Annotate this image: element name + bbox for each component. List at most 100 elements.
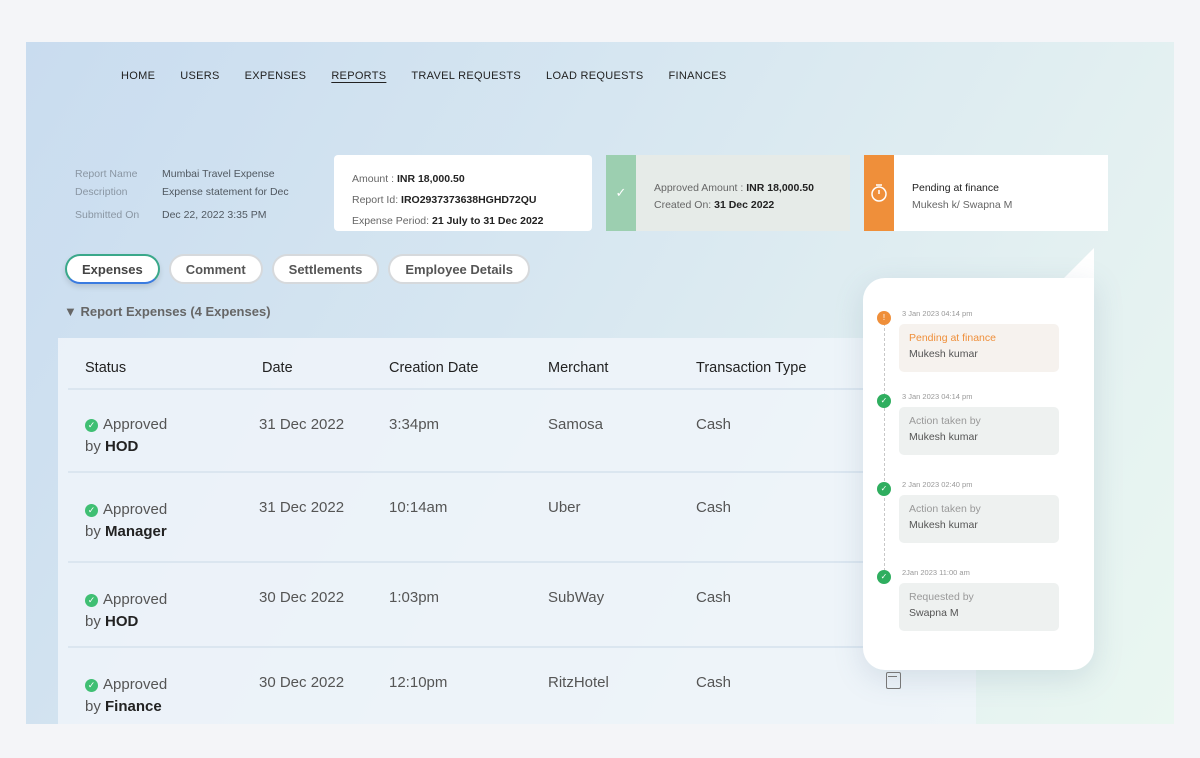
by-label: by	[85, 438, 101, 455]
table-row[interactable]: ✓ Approved by HOD 31 Dec 2022 3:34pm Samos…	[68, 390, 966, 473]
event-box: Action taken by Mukesh kumar	[899, 407, 1059, 455]
status-cell: ✓ Approved by HOD	[85, 414, 167, 458]
report-id: IRO2937373638HGHD72QU	[401, 194, 537, 206]
table-row[interactable]: ✓ Approved by Finance 30 Dec 2022 12:10pm …	[68, 648, 966, 724]
tab-settlements[interactable]: Settlements	[271, 254, 380, 284]
merchant-cell: Samosa	[548, 416, 604, 433]
alert-icon: !	[877, 311, 891, 325]
merchant-cell: SubWay	[548, 589, 605, 606]
status-cell: ✓ Approved by HOD	[85, 589, 167, 633]
caret-down-icon: ▼	[64, 304, 77, 319]
section-title: Report Expenses (4 Expenses)	[80, 304, 271, 319]
tab-expenses[interactable]: Expenses	[65, 254, 160, 284]
check-circle-icon: ✓	[85, 594, 98, 607]
status-cell: ✓ Approved by Manager	[85, 499, 167, 543]
meta-label: Submitted On	[75, 209, 140, 221]
by-label: by	[85, 698, 101, 715]
merchant-cell: RitzHotel	[548, 674, 609, 691]
event-title: Action taken by	[909, 503, 981, 515]
table-row[interactable]: ✓ Approved by Manager 31 Dec 2022 10:14am …	[68, 473, 966, 563]
date-cell: 31 Dec 2022	[259, 416, 345, 433]
creation-time-cell: 12:10pm	[389, 674, 448, 691]
label: Approved Amount :	[654, 182, 744, 194]
by-label: by	[85, 613, 101, 630]
by-label: by	[85, 523, 101, 540]
timeline-line	[884, 318, 885, 576]
check-icon: ✓	[606, 155, 636, 231]
event-title: Action taken by	[909, 415, 981, 427]
popover-tail	[1064, 248, 1094, 278]
approver: Manager	[105, 523, 167, 540]
receipt-icon[interactable]	[886, 672, 901, 689]
nav-travel-requests[interactable]: TRAVEL REQUESTS	[411, 70, 521, 82]
column-header: Date	[262, 360, 293, 376]
pending-card: Pending at finance Mukesh k/ Swapna M	[864, 155, 1108, 231]
nav-expenses[interactable]: EXPENSES	[245, 70, 307, 82]
approved-card: ✓ Approved Amount : INR 18,000.50 Create…	[606, 155, 850, 231]
status-cell: ✓ Approved by Finance	[85, 674, 167, 718]
label: Created On:	[654, 199, 712, 211]
event-title: Requested by	[909, 591, 974, 603]
table-row[interactable]: ✓ Approved by HOD 30 Dec 2022 1:03pm SubWa…	[68, 563, 966, 648]
tab-employee-details[interactable]: Employee Details	[388, 254, 531, 284]
meta-label: Description	[75, 186, 128, 198]
creation-time-cell: 10:14am	[389, 499, 448, 516]
event-date: 3 Jan 2023 04:14 pm	[902, 392, 973, 401]
check-circle-icon: ✓	[85, 504, 98, 517]
date-cell: 31 Dec 2022	[259, 499, 345, 516]
creation-time-cell: 1:03pm	[389, 589, 440, 606]
nav-finances[interactable]: FINANCES	[668, 70, 726, 82]
creation-time-cell: 3:34pm	[389, 416, 440, 433]
approver: HOD	[105, 438, 139, 455]
check-circle-icon: ✓	[877, 570, 891, 584]
check-circle-icon: ✓	[85, 679, 98, 692]
check-circle-icon: ✓	[85, 419, 98, 432]
created-on: 31 Dec 2022	[714, 199, 775, 211]
nav-home[interactable]: HOME	[121, 70, 155, 82]
event-date: 2 Jan 2023 02:40 pm	[902, 480, 973, 489]
tab-comment[interactable]: Comment	[168, 254, 263, 284]
event-date: 3 Jan 2023 04:14 pm	[902, 309, 973, 318]
column-header: Creation Date	[389, 360, 479, 376]
timer-icon	[864, 155, 894, 231]
approved-amount: INR 18,000.50	[746, 182, 814, 194]
label: Amount :	[352, 173, 395, 185]
expense-period: 21 July to 31 Dec 2022	[431, 215, 544, 227]
approver: Finance	[105, 698, 162, 715]
report-expenses-toggle[interactable]: ▼ Report Expenses (4 Expenses)	[64, 304, 271, 319]
column-header: Merchant	[548, 360, 609, 376]
amount: INR 18,000.50	[396, 173, 465, 185]
transaction-type-cell: Cash	[696, 589, 732, 606]
approver: HOD	[105, 613, 139, 630]
label: Expense Period:	[352, 215, 430, 227]
nav-users[interactable]: USERS	[180, 70, 219, 82]
date-cell: 30 Dec 2022	[259, 674, 345, 691]
pending-title: Pending at finance	[912, 182, 999, 194]
nav-load-requests[interactable]: LOAD REQUESTS	[546, 70, 643, 82]
transaction-type-cell: Cash	[696, 674, 732, 691]
label: Report Id:	[352, 194, 399, 206]
event-person: Mukesh kumar	[909, 348, 978, 360]
event-title: Pending at finance	[909, 332, 996, 344]
check-circle-icon: ✓	[877, 482, 891, 496]
event-date: 2Jan 2023 11:00 am	[902, 568, 970, 577]
event-box: Action taken by Mukesh kumar	[899, 495, 1059, 543]
event-person: Mukesh kumar	[909, 519, 978, 531]
check-circle-icon: ✓	[877, 394, 891, 408]
merchant-cell: Uber	[548, 499, 581, 516]
status-text: Approved	[103, 676, 168, 693]
summary-card: Amount : INR 18,000.50 Report Id: IRO293…	[334, 155, 592, 231]
table-header: Status Date Creation Date Merchant Trans…	[68, 338, 966, 390]
nav-reports[interactable]: REPORTS	[331, 70, 386, 82]
status-text: Approved	[103, 591, 168, 608]
column-header: Status	[85, 360, 127, 376]
event-box: Requested by Swapna M	[899, 583, 1059, 631]
report-description: Expense statement for Dec	[162, 186, 289, 198]
pending-people: Mukesh k/ Swapna M	[912, 199, 1013, 211]
tab-bar: Expenses Comment Settlements Employee De…	[65, 254, 532, 284]
status-text: Approved	[103, 416, 168, 433]
top-nav: HOME USERS EXPENSES REPORTS TRAVEL REQUE…	[121, 70, 751, 82]
event-person: Swapna M	[909, 607, 959, 619]
transaction-type-cell: Cash	[696, 416, 732, 433]
event-person: Mukesh kumar	[909, 431, 978, 443]
